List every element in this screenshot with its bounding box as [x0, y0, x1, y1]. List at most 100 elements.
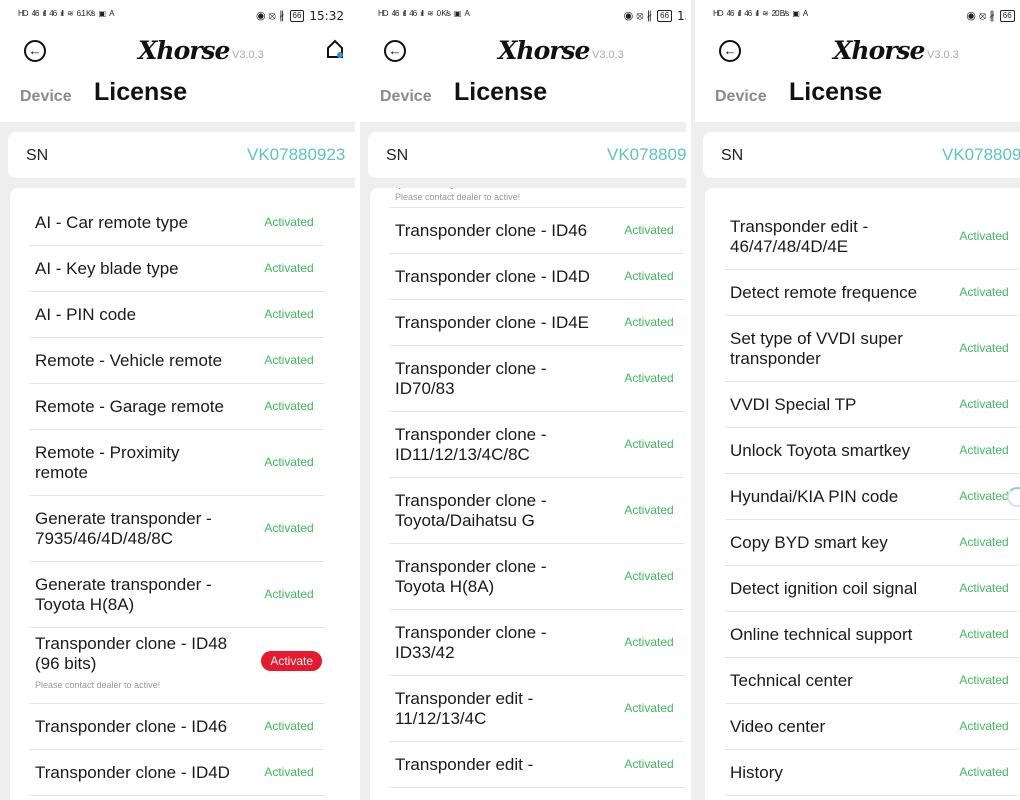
license-name: Detect ignition coil signal [730, 579, 945, 599]
device-tab[interactable]: Device [380, 88, 432, 106]
loading-spinner-icon [1007, 487, 1020, 507]
activated-status: Activated [959, 581, 1009, 595]
license-name-line: Transponder clone - ID48 [35, 634, 228, 653]
activated-status: Activated [624, 701, 674, 715]
status-indicator: A [109, 9, 114, 18]
phone-screen: HD46ıll46ıll≋0 K/s▣A ◉ ⦻ ∦ 66 15:3 ← Xho… [360, 0, 690, 800]
activated-status: Activated [959, 285, 1009, 299]
status-indicator: 6.1 K/s [76, 9, 96, 18]
license-name-line: Generate transponder - [35, 509, 212, 528]
status-indicator: A [464, 9, 469, 18]
license-name-line: ID11/12/13/4C/8C [395, 445, 530, 464]
status-indicator: ≋ [66, 9, 74, 18]
activated-status: Activated [959, 397, 1009, 411]
status-indicator: 46 [726, 9, 735, 18]
license-name-line: Generate transponder - [35, 575, 212, 594]
activated-status: Activated [624, 757, 674, 771]
status-indicator: HD [378, 9, 389, 18]
activated-status: Activated [264, 521, 314, 535]
activate-button[interactable]: Activate [261, 651, 322, 671]
panel-divider [355, 0, 360, 800]
license-name-line: ID33/42 [395, 643, 455, 662]
license-row: Transponder clone - ID4E Activated [390, 300, 684, 346]
status-system-icons: ◉ ⦻ ∦ [623, 10, 653, 22]
license-name-line: 46/47/48/4D/4E [730, 237, 849, 256]
license-name: Transponder edit -11/12/13/4C [395, 689, 610, 729]
license-row: (96 bits)ActivatePlease contact dealer t… [390, 188, 684, 208]
license-name-line: Remote - Vehicle remote [35, 351, 223, 370]
license-name-line: AI - PIN code [35, 305, 137, 324]
license-name-line: 11/12/13/4C [395, 709, 487, 728]
license-name: AI - Car remote type [35, 213, 250, 233]
license-row: Transponder clone - ID33/42 Activated [390, 610, 684, 676]
license-row: Transponder edit - Activated [390, 742, 684, 788]
back-arrow-icon[interactable]: ← [384, 40, 406, 62]
status-right: ◉ ⦻ ∦ 66 15:32 [256, 9, 344, 23]
status-bar: HD46ıll46ıll≋0 K/s▣A ◉ ⦻ ∦ 66 15:3 [360, 0, 690, 34]
back-arrow-icon[interactable]: ← [24, 40, 46, 62]
status-indicators: HD 46 ıll 46 ıll ≋ 0 K/s ▣ A [378, 9, 470, 18]
xhorse-logo: Xhorse [498, 36, 590, 65]
home-icon[interactable] [326, 38, 344, 60]
license-name-line: Transponder clone - ID46 [35, 717, 228, 736]
app-header: ← Xhorse V3.0.3 Device License [695, 34, 1020, 122]
license-name-line: Online technical support [730, 625, 913, 644]
license-row: Copy BYD smart key Activated [725, 520, 1019, 566]
license-name: Transponder clone - ID4D [35, 763, 250, 783]
license-row: AI - Key blade type Activated [30, 246, 324, 292]
device-tab[interactable]: Device [20, 88, 72, 106]
license-row: AI - Car remote type Activated [30, 200, 324, 246]
license-name-line: Transponder edit - [395, 755, 534, 774]
activated-status: Activated [624, 315, 674, 329]
back-arrow-icon[interactable]: ← [719, 40, 741, 62]
license-row: Online technical support Activated [725, 612, 1019, 658]
license-name-line: History [730, 763, 783, 782]
license-row: Transponder edit -46/47/48/4D/4E Activate… [725, 204, 1019, 270]
license-name-line: Technical center [730, 671, 853, 690]
activated-status: Activated [959, 229, 1009, 243]
license-name: Transponder clone - Toyota/Daihatsu G [395, 491, 610, 531]
battery-icon: 66 [657, 10, 673, 22]
device-tab[interactable]: Device [715, 88, 767, 106]
sn-value: VK07880923 [247, 145, 346, 164]
activated-status: Activated [959, 765, 1009, 779]
license-name-line: remote [35, 463, 88, 482]
status-right: ◉ ⦻ ∦ 66 15:3 [624, 9, 690, 23]
page-title: License [789, 78, 883, 106]
status-indicator: ıll [60, 9, 64, 18]
license-row: Remote - Proximity remote Activated [30, 430, 324, 496]
status-indicator: 46 [31, 9, 40, 18]
screenshot-panel-3: HD46ıll46ıll≋20 B/s▣A ◉ ⦻ ∦ 66 15: ← Xho… [690, 0, 1020, 800]
activated-status: Activated [959, 627, 1009, 641]
license-row: Transponder clone - ID48 (96 bits) Activat… [30, 628, 324, 704]
activated-status: Activated [624, 269, 674, 283]
license-row: Set type of VVDI super transponder Activat… [725, 316, 1019, 382]
license-name: VVDI Special TP [730, 395, 945, 415]
status-indicator: ▣ [453, 9, 462, 18]
license-name: Transponder edit -46/47/48/4D/4E [730, 217, 945, 257]
license-row: Hyundai/KIA PIN code Activated [725, 474, 1020, 520]
license-name: Transponder clone - ID4D [395, 267, 610, 287]
license-name-line: Video center [730, 717, 826, 736]
license-name: Technical center [730, 671, 945, 691]
battery-icon: 66 [999, 10, 1015, 22]
license-name: Transponder clone - ID4E [395, 313, 610, 333]
status-indicator: ıll [755, 9, 759, 18]
activated-status: Activated [959, 673, 1009, 687]
license-name-line: Copy BYD smart key [730, 533, 888, 552]
license-row: Detect ignition coil signal Activated [725, 566, 1019, 612]
license-name: Transponder clone - ID70/83 [395, 359, 610, 399]
license-name: Generate transponder - Toyota H(8A) [35, 575, 250, 615]
license-name-line: Transponder clone - ID4E [395, 313, 590, 332]
license-name-line: Detect remote frequence [730, 283, 918, 302]
license-name: AI - PIN code [35, 305, 250, 325]
status-indicator: ▣ [792, 9, 800, 18]
license-name-line: VVDI Special TP [730, 395, 857, 414]
license-row: AI - PIN code Activated [30, 292, 324, 338]
status-indicator: ıll [737, 9, 741, 18]
activated-status: Activated [959, 443, 1009, 457]
status-system-icons: ◉ ⦻ ∦ [966, 10, 995, 22]
license-row: Video center Activated [725, 704, 1019, 750]
license-name: Detect remote frequence [730, 283, 945, 303]
license-list-inner: Transponder edit -46/47/48/4D/4E Activate… [705, 204, 1020, 796]
